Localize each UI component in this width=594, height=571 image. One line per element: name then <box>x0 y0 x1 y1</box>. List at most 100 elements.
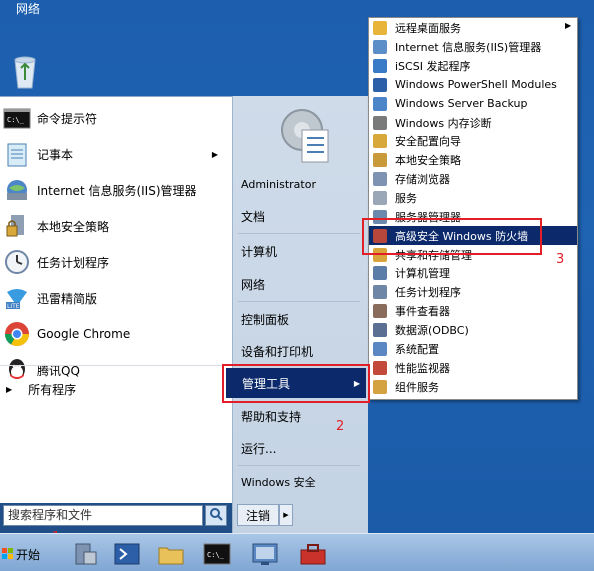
menu-item-chrome[interactable]: Google Chrome <box>0 316 232 352</box>
submenu-item[interactable]: 远程桌面服务 <box>369 19 577 38</box>
chrome-icon <box>3 320 31 348</box>
submenu-item-label: 远程桌面服务 <box>395 22 461 36</box>
security-policy-icon <box>3 212 31 240</box>
search-icon <box>209 507 223 524</box>
security-policy-icon <box>373 153 387 168</box>
submenu-item[interactable]: 计算机管理 <box>369 264 577 283</box>
menu-item-documents[interactable]: 文档 <box>241 206 361 226</box>
submenu-item[interactable]: Windows Server Backup <box>369 94 577 113</box>
submenu-item-label: Windows PowerShell Modules <box>395 78 557 92</box>
submenu-item[interactable]: Windows PowerShell Modules <box>369 76 577 95</box>
submenu-item[interactable]: 任务计划程序 <box>369 283 577 302</box>
memory-icon <box>373 115 387 130</box>
submenu-item[interactable]: 存储浏览器 <box>369 170 577 189</box>
computer-mgmt-icon <box>373 266 387 281</box>
submenu-item-label: 数据源(ODBC) <box>395 323 469 337</box>
system-config-icon <box>373 341 387 356</box>
menu-item-administrator[interactable]: Administrator <box>241 174 361 194</box>
menu-item-devices-printers[interactable]: 设备和打印机 <box>241 341 361 361</box>
callout-number-2: 2 <box>336 419 345 434</box>
globe-icon <box>373 59 387 74</box>
submenu-item-label: 事件查看器 <box>395 305 450 319</box>
callout-box-admin-tools <box>222 364 370 403</box>
submenu-item-label: Windows 内存诊断 <box>395 116 492 130</box>
chevron-right-icon: ▶ <box>211 149 218 159</box>
task-scheduler-icon <box>3 248 31 276</box>
component-services-icon <box>373 379 387 394</box>
left-panel-divider <box>0 365 232 366</box>
start-label: 开始 <box>16 547 41 562</box>
menu-item-iis[interactable]: Internet 信息服务(IIS)管理器 <box>0 172 232 208</box>
all-programs-label: 所有程序 <box>28 382 77 397</box>
submenu-item[interactable]: iSCSI 发起程序 <box>369 57 577 76</box>
menu-item-network[interactable]: 网络 <box>241 274 361 294</box>
menu-item-windows-security[interactable]: Windows 安全 <box>241 472 361 492</box>
search-button[interactable] <box>205 505 227 526</box>
performance-icon <box>373 360 387 375</box>
network-monitor-icon[interactable] <box>250 540 280 568</box>
logout-button[interactable]: 注销 <box>237 504 279 526</box>
windows-logo-icon <box>2 548 14 560</box>
submenu-item-label: iSCSI 发起程序 <box>395 60 471 74</box>
recycle-bin-icon[interactable] <box>10 50 40 90</box>
menu-item-run[interactable]: 运行... <box>241 438 361 458</box>
start-button[interactable]: 开始 <box>2 540 46 568</box>
notepad-icon <box>3 140 31 168</box>
submenu-item[interactable]: 事件查看器 <box>369 302 577 321</box>
right-panel-divider <box>238 301 360 302</box>
svg-text:LITE: LITE <box>7 303 20 310</box>
submenu-item-label: 性能监视器 <box>395 361 450 375</box>
submenu-item-label: 任务计划程序 <box>395 286 461 300</box>
explorer-icon[interactable] <box>156 540 186 568</box>
server-manager-icon[interactable] <box>70 540 100 568</box>
folder-icon <box>373 21 387 36</box>
cmd-icon: C:\_ <box>3 104 31 132</box>
search-input[interactable]: 搜索程序和文件 <box>3 505 203 526</box>
submenu-item[interactable]: 数据源(ODBC) <box>369 321 577 340</box>
menu-item-computer[interactable]: 计算机 <box>241 241 361 261</box>
submenu-item[interactable]: Internet 信息服务(IIS)管理器 <box>369 38 577 57</box>
submenu-item-label: 服务 <box>395 192 417 206</box>
all-programs-button[interactable]: ▶ 所有程序 <box>0 376 232 402</box>
menu-item-local-security-policy[interactable]: 本地安全策略 <box>0 208 232 244</box>
submenu-item-label: Windows Server Backup <box>395 97 528 111</box>
callout-box-firewall <box>362 218 542 255</box>
submenu-item-label: 系统配置 <box>395 342 439 356</box>
desktop-network-label[interactable]: 网络 <box>16 0 40 17</box>
chevron-right-icon: ▶ <box>6 384 13 394</box>
svg-text:C:\_: C:\_ <box>207 551 225 559</box>
submenu-item[interactable]: 本地安全策略 <box>369 151 577 170</box>
submenu-item-label: 组件服务 <box>395 380 439 394</box>
menu-item-xunlei[interactable]: LITE 迅雷精简版 <box>0 280 232 316</box>
iis-icon <box>373 40 387 55</box>
toolbox-icon[interactable] <box>298 540 328 568</box>
callout-number-3: 3 <box>556 252 565 267</box>
submenu-item[interactable]: 组件服务 <box>369 377 577 396</box>
menu-item-cmd[interactable]: C:\_ 命令提示符 <box>0 100 232 136</box>
submenu-item-label: 计算机管理 <box>395 267 450 281</box>
submenu-item[interactable]: 性能监视器 <box>369 358 577 377</box>
powershell-icon <box>373 77 387 92</box>
storage-icon <box>373 172 387 187</box>
menu-item-notepad[interactable]: 记事本 ▶ <box>0 136 232 172</box>
shutdown-options-button[interactable]: ▶ <box>279 504 293 526</box>
right-panel-divider <box>238 465 360 466</box>
submenu-item-label: 存储浏览器 <box>395 173 450 187</box>
backup-icon <box>373 96 387 111</box>
services-icon <box>373 191 387 206</box>
menu-item-control-panel[interactable]: 控制面板 <box>241 309 361 329</box>
submenu-item[interactable]: 安全配置向导 <box>369 132 577 151</box>
lock-icon <box>373 134 387 149</box>
cmd-taskbar-icon[interactable]: C:\_ <box>202 540 232 568</box>
powershell-icon[interactable] <box>112 540 142 568</box>
svg-text:C:\_: C:\_ <box>7 116 25 124</box>
submenu-item[interactable]: 系统配置 <box>369 339 577 358</box>
user-picture-icon[interactable] <box>272 102 336 166</box>
menu-item-task-scheduler[interactable]: 任务计划程序 <box>0 244 232 280</box>
xunlei-icon: LITE <box>3 284 31 312</box>
submenu-item[interactable]: Windows 内存诊断 <box>369 113 577 132</box>
submenu-item-label: 本地安全策略 <box>395 154 461 168</box>
submenu-item[interactable]: 服务 <box>369 189 577 208</box>
submenu-item-label: Internet 信息服务(IIS)管理器 <box>395 41 542 55</box>
odbc-icon <box>373 322 387 337</box>
